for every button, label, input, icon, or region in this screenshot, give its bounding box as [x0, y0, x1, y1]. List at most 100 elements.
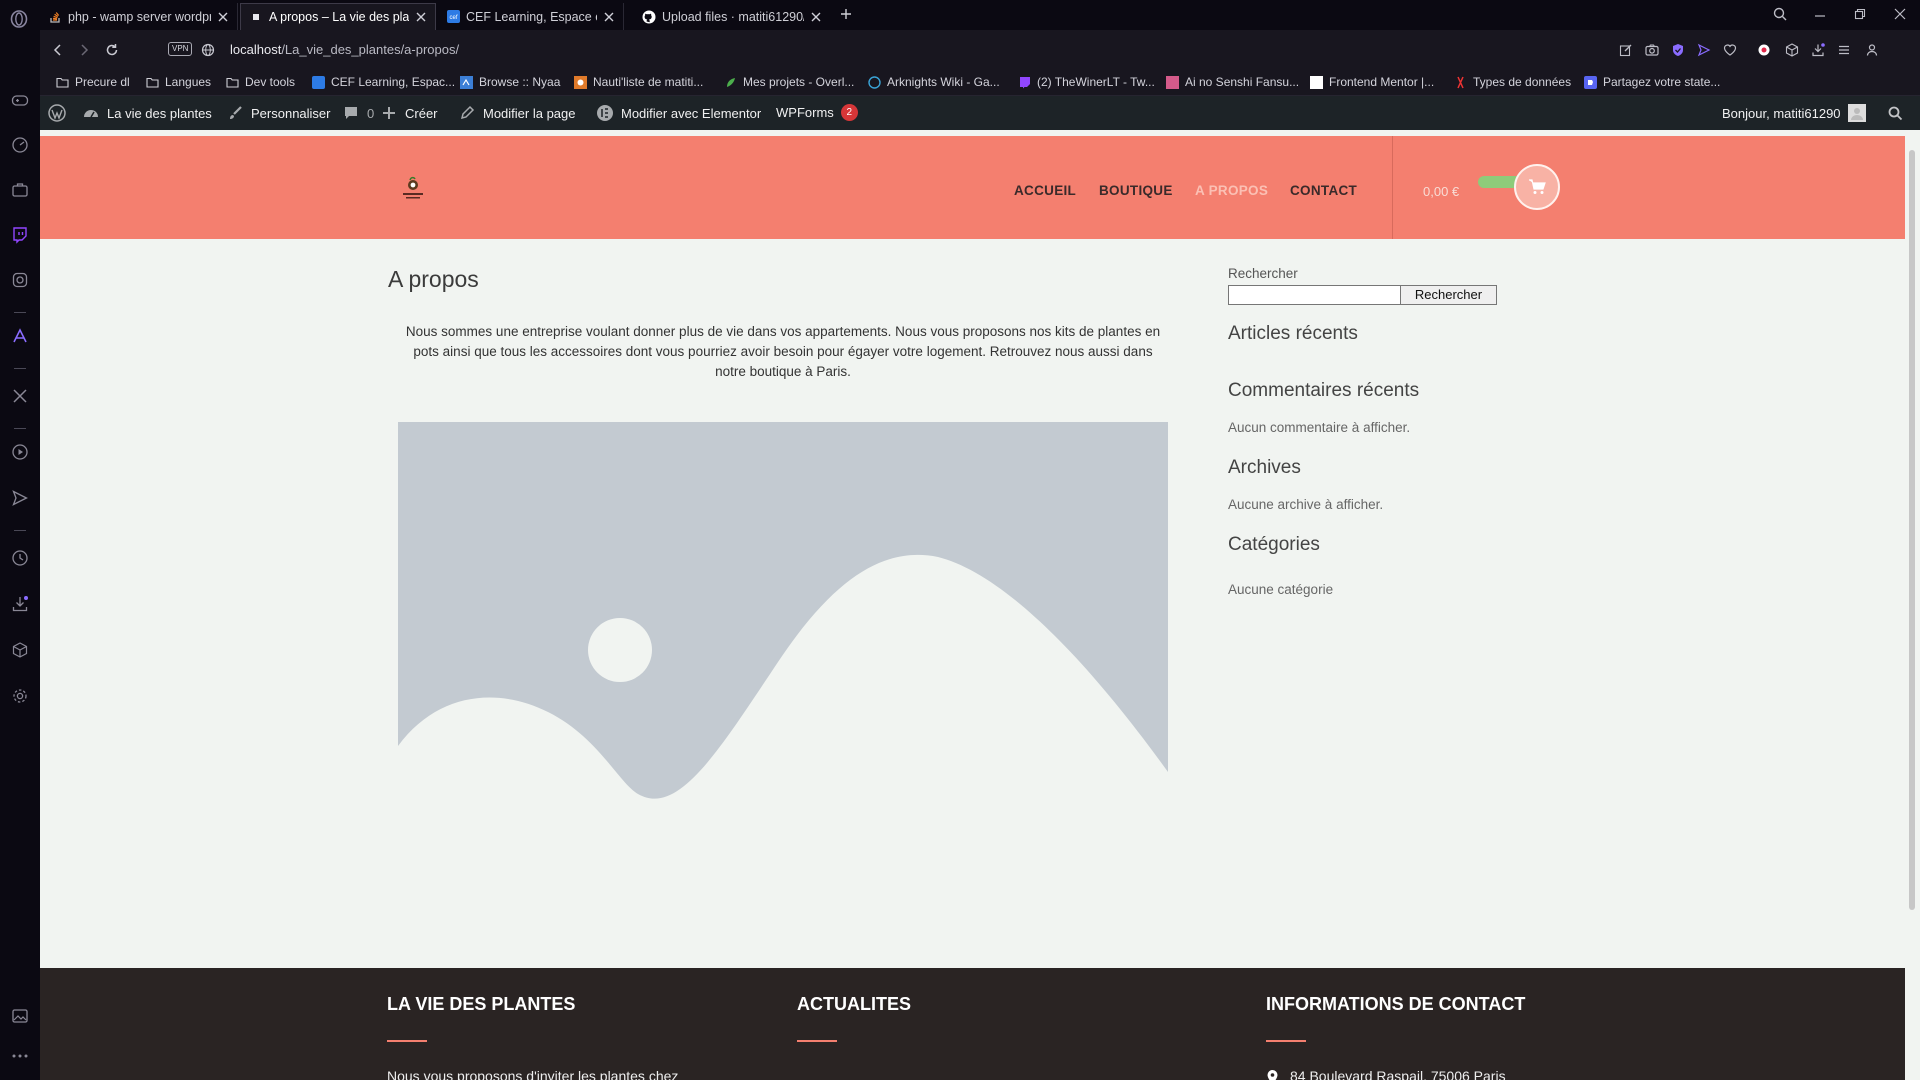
send-icon[interactable] [10, 488, 30, 508]
tab-github[interactable]: Upload files · matiti61290/ [634, 3, 830, 30]
tab-cef-learning[interactable]: cef CEF Learning, Espace élève [438, 3, 624, 30]
categories-heading: Catégories [1228, 534, 1320, 555]
nav-item-boutique[interactable]: BOUTIQUE [1099, 183, 1173, 198]
reload-icon[interactable] [104, 42, 120, 58]
bookmark-fansub[interactable]: Ai no Senshi Fansu... [1166, 75, 1299, 89]
site-logo[interactable] [397, 174, 429, 206]
tab-stackoverflow[interactable]: php - wamp server wordpress [40, 3, 238, 30]
briefcase-icon[interactable] [10, 180, 30, 200]
more-dots-icon[interactable] [10, 1046, 30, 1066]
extension-cube-icon[interactable] [1784, 42, 1800, 58]
no-comments-text: Aucun commentaire à afficher. [1228, 420, 1411, 435]
wp-site-name[interactable]: La vie des plantes [82, 104, 212, 122]
back-icon[interactable] [50, 42, 66, 58]
record-icon[interactable] [1756, 42, 1772, 58]
search-button[interactable]: Rechercher [1400, 285, 1497, 305]
close-window-icon[interactable] [1892, 6, 1908, 22]
gx-corner-icon[interactable] [10, 90, 30, 110]
nav-item-accueil[interactable]: ACCUEIL [1014, 183, 1076, 198]
edit-page-icon[interactable] [1618, 42, 1634, 58]
no-categories-text: Aucune catégorie [1228, 582, 1334, 597]
camera-icon[interactable] [1644, 42, 1660, 58]
page-title: A propos [388, 266, 479, 292]
aria-ai-icon[interactable] [10, 326, 30, 346]
wp-search[interactable] [1886, 104, 1904, 122]
wp-edit-elementor[interactable]: Modifier avec Elementor [596, 104, 761, 122]
bookmark-overleaf[interactable]: Mes projets - Overl... [724, 75, 854, 89]
github-icon [642, 10, 656, 24]
close-tab-icon[interactable] [603, 11, 615, 23]
bookmark-label: Types de données [1473, 75, 1572, 89]
bookmark-folder-langues[interactable]: Langues [146, 75, 211, 89]
wp-edit-page[interactable]: Modifier la page [458, 104, 576, 122]
send-icon[interactable] [1696, 42, 1712, 58]
nav-item-contact[interactable]: CONTACT [1290, 183, 1357, 198]
instagram-icon[interactable] [10, 270, 30, 290]
wp-new-content[interactable]: Créer [380, 104, 438, 122]
close-tab-icon[interactable] [810, 11, 822, 23]
search-input[interactable] [1228, 285, 1401, 305]
gallery-icon[interactable] [10, 1006, 30, 1026]
settings-gear-icon[interactable] [10, 686, 30, 706]
history-clock-icon[interactable] [10, 548, 30, 568]
search-tabs-icon[interactable] [1772, 6, 1788, 22]
opera-gx-logo-icon[interactable] [8, 8, 30, 30]
bookmark-discord[interactable]: Partagez votre state... [1584, 75, 1720, 89]
bookmark-types-de-donnees[interactable]: Types de données [1454, 75, 1571, 89]
downloads-icon[interactable] [10, 594, 30, 614]
gx-control-icon[interactable] [10, 135, 30, 155]
bookmark-label: Frontend Mentor |... [1329, 75, 1435, 89]
bookmark-label: Precure dl [75, 75, 130, 89]
download-icon[interactable] [1810, 42, 1826, 58]
folder-icon [56, 76, 69, 89]
bookmark-label: Arknights Wiki - Ga... [887, 75, 1000, 89]
forward-icon[interactable] [76, 42, 92, 58]
close-tab-icon[interactable] [415, 11, 427, 23]
nav-item-a-propos[interactable]: A PROPOS [1195, 183, 1268, 198]
bookmark-frontend-mentor[interactable]: Frontend Mentor |... [1310, 75, 1434, 89]
easy-setup-menu-icon[interactable] [1836, 42, 1852, 58]
bookmark-nyaa[interactable]: Browse :: Nyaa [460, 75, 560, 89]
bookmark-nautiljon[interactable]: Nauti'liste de matiti... [574, 75, 703, 89]
heart-icon[interactable] [1722, 42, 1738, 58]
wp-my-account[interactable]: Bonjour, matiti61290 [1722, 104, 1866, 122]
bookmark-folder-dev-tools[interactable]: Dev tools [226, 75, 295, 89]
tab-a-propos[interactable]: A propos – La vie des plantes [240, 3, 436, 30]
minimize-icon[interactable] [1812, 6, 1828, 22]
shield-icon[interactable] [1670, 42, 1686, 58]
site-header: ACCUEIL BOUTIQUE A PROPOS CONTACT 0,00 € [40, 136, 1905, 239]
new-tab-plus-icon[interactable] [838, 6, 854, 22]
sidebar-divider [14, 530, 26, 531]
x-twitter-icon[interactable] [10, 386, 30, 406]
header-divider [1392, 136, 1393, 239]
bookmark-twitch[interactable]: (2) TheWinerLT - Tw... [1018, 75, 1155, 89]
sidebar-divider [14, 428, 26, 429]
player-icon[interactable] [10, 442, 30, 462]
vpn-badge[interactable]: VPN [168, 42, 193, 56]
wp-customize[interactable]: Personnaliser [226, 104, 331, 122]
scrollbar-thumb[interactable] [1909, 150, 1915, 910]
bookmark-label: Nauti'liste de matiti... [593, 75, 704, 89]
wp-wpforms[interactable]: WPForms 2 [776, 104, 858, 121]
page-icon [249, 10, 263, 24]
bookmark-arknights[interactable]: Arknights Wiki - Ga... [868, 75, 1000, 89]
extensions-cube-icon[interactable] [10, 640, 30, 660]
wp-comments[interactable]: 0 [342, 104, 374, 122]
cart-button[interactable] [1514, 164, 1560, 210]
close-tab-icon[interactable] [217, 11, 229, 23]
wp-edit-page-label: Modifier la page [483, 105, 576, 121]
restore-icon[interactable] [1852, 6, 1868, 22]
wp-elementor-label: Modifier avec Elementor [621, 105, 762, 121]
bookmarks-bar: Precure dl Langues Dev tools CEF Learnin… [40, 70, 1920, 96]
bookmark-cef-learning[interactable]: CEF Learning, Espac... [312, 75, 455, 89]
bookmark-folder-precure-dl[interactable]: Precure dl [56, 75, 130, 89]
bookmark-label: Langues [165, 75, 212, 89]
footer-col1-title: LA VIE DES PLANTES [387, 994, 576, 1014]
page-scrollbar[interactable] [1905, 130, 1920, 1080]
wp-logo-menu[interactable] [48, 104, 66, 122]
profile-icon[interactable] [1864, 42, 1880, 58]
url-field[interactable]: localhost/La_vie_des_plantes/a-propos/ [230, 42, 459, 57]
twitch-icon[interactable] [10, 225, 30, 245]
cart-total[interactable]: 0,00 € [1423, 184, 1459, 199]
plus-icon [380, 104, 398, 122]
